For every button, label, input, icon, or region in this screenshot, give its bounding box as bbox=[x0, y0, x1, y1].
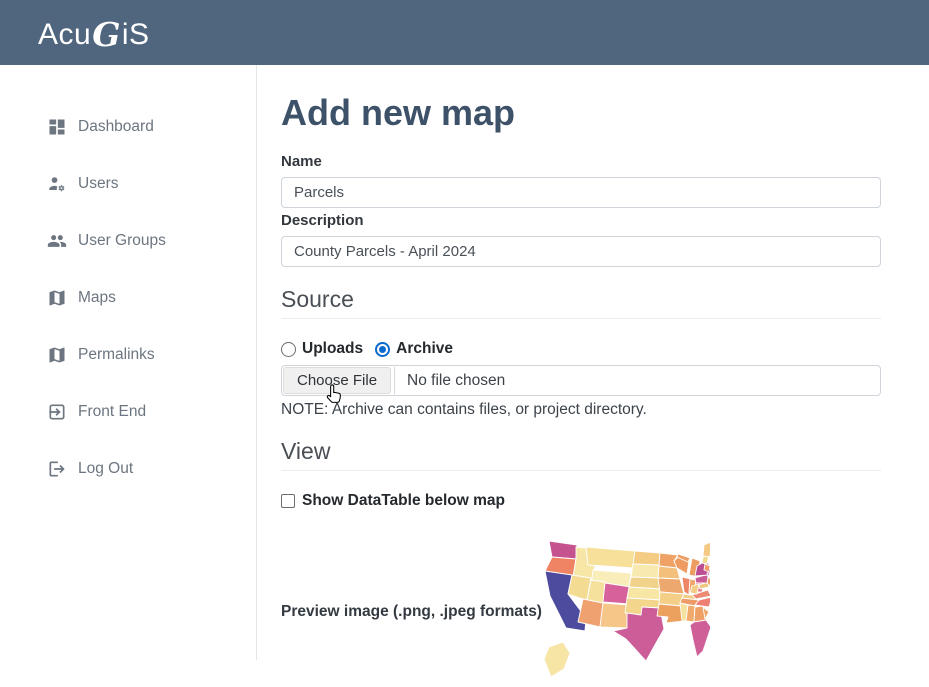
source-section-heading: Source bbox=[281, 286, 929, 312]
logo-text-is: iS bbox=[122, 18, 150, 52]
archive-note-text: NOTE: Archive can contains files, or pro… bbox=[281, 401, 929, 419]
choose-file-button[interactable]: Choose File bbox=[283, 367, 391, 394]
logo-text-g: G bbox=[92, 15, 121, 54]
permalinks-icon bbox=[47, 345, 67, 365]
us-choropleth-map-image bbox=[543, 537, 710, 687]
sidebar-item-permalinks[interactable]: Permalinks bbox=[0, 326, 256, 383]
sidebar-item-user-groups[interactable]: User Groups bbox=[0, 212, 256, 269]
preview-image-label: Preview image (.png, .jpeg formats) bbox=[281, 603, 543, 621]
archive-radio[interactable] bbox=[375, 342, 390, 357]
sidebar-item-dashboard[interactable]: Dashboard bbox=[0, 98, 256, 155]
datatable-checkbox-row: Show DataTable below map bbox=[281, 492, 929, 510]
dashboard-icon bbox=[47, 117, 67, 137]
sidebar-item-label: User Groups bbox=[78, 232, 166, 250]
sidebar-item-maps[interactable]: Maps bbox=[0, 269, 256, 326]
name-input[interactable] bbox=[281, 177, 881, 208]
sidebar-nav: Dashboard Users User Groups Maps bbox=[0, 65, 257, 660]
front-end-icon bbox=[47, 402, 67, 422]
app-logo: AcuGiS bbox=[38, 13, 150, 52]
user-groups-icon bbox=[47, 231, 67, 251]
users-icon bbox=[47, 174, 67, 194]
sidebar-item-label: Dashboard bbox=[78, 118, 154, 136]
show-datatable-checkbox[interactable] bbox=[281, 494, 295, 508]
sidebar-item-log-out[interactable]: Log Out bbox=[0, 440, 256, 497]
uploads-radio[interactable] bbox=[281, 342, 296, 357]
preview-map-image bbox=[543, 537, 710, 687]
description-field-label: Description bbox=[281, 212, 929, 229]
app-header: AcuGiS bbox=[0, 0, 929, 65]
maps-icon bbox=[47, 288, 67, 308]
main-content: Add new map Name Description Source Uplo… bbox=[257, 65, 929, 660]
description-input[interactable] bbox=[281, 236, 881, 267]
archive-radio-label[interactable]: Archive bbox=[396, 340, 453, 358]
source-radio-group: Uploads Archive bbox=[281, 340, 929, 358]
preview-image-row: Preview image (.png, .jpeg formats) bbox=[281, 537, 929, 687]
sidebar-item-label: Users bbox=[78, 175, 118, 193]
name-field-label: Name bbox=[281, 153, 929, 170]
sidebar-item-label: Permalinks bbox=[78, 346, 155, 364]
show-datatable-checkbox-label[interactable]: Show DataTable below map bbox=[302, 492, 505, 510]
logo-text-acu: Acu bbox=[38, 18, 91, 52]
sidebar-item-front-end[interactable]: Front End bbox=[0, 383, 256, 440]
source-section-divider bbox=[281, 318, 881, 319]
file-chosen-status: No file chosen bbox=[407, 372, 505, 390]
uploads-radio-label[interactable]: Uploads bbox=[302, 340, 363, 358]
sidebar-item-label: Maps bbox=[78, 289, 116, 307]
sidebar-item-users[interactable]: Users bbox=[0, 155, 256, 212]
log-out-icon bbox=[47, 459, 67, 479]
view-section-heading: View bbox=[281, 438, 929, 464]
file-input-divider bbox=[394, 367, 395, 394]
sidebar-item-label: Front End bbox=[78, 403, 146, 421]
view-section-divider bbox=[281, 470, 881, 471]
archive-file-input[interactable]: Choose File No file chosen bbox=[281, 365, 881, 396]
page-title: Add new map bbox=[281, 88, 929, 137]
sidebar-item-label: Log Out bbox=[78, 460, 133, 478]
